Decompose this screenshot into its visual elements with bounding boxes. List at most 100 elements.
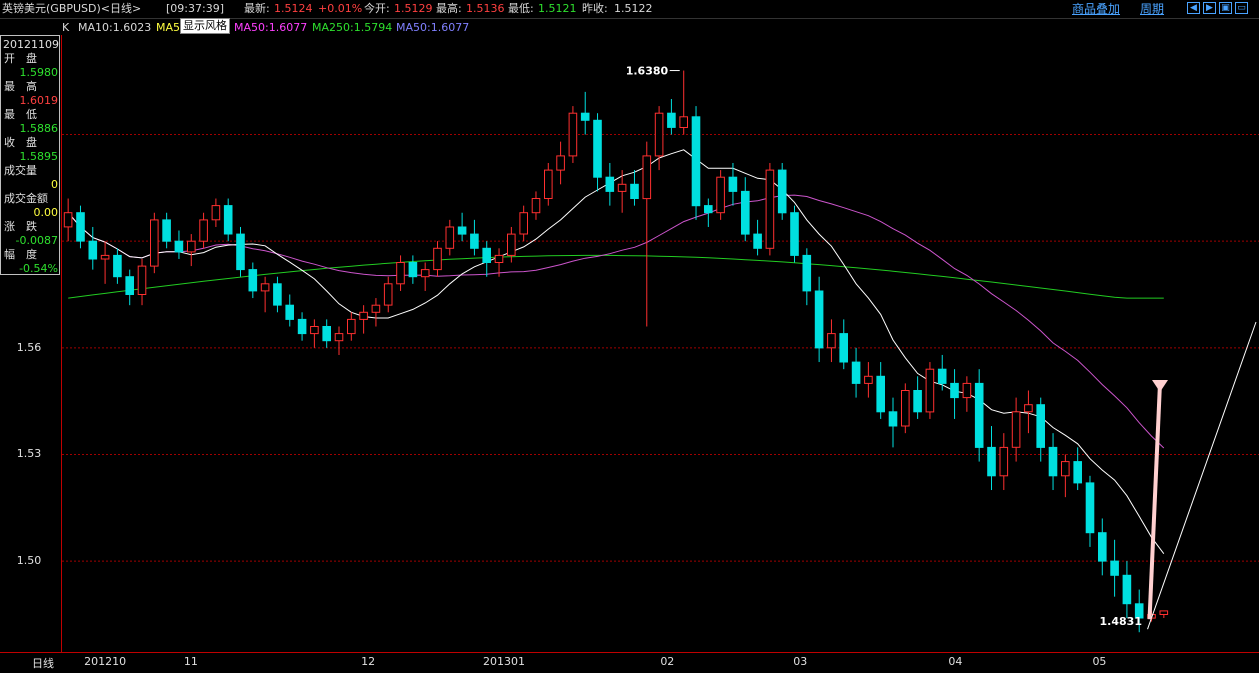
- overlay-link[interactable]: 商品叠加: [1072, 0, 1120, 17]
- candle-up: [827, 333, 836, 349]
- candle-down: [1073, 461, 1083, 484]
- ma250-legend: MA250:1.5794: [312, 21, 393, 34]
- candles: [63, 70, 1169, 633]
- candle-down: [285, 304, 294, 320]
- ma10-path: [67, 149, 1165, 554]
- y-tick-label: 1.50: [16, 554, 42, 568]
- candle-up: [260, 283, 270, 292]
- candle-down: [113, 254, 122, 278]
- candle-up: [716, 176, 725, 214]
- info-open-value: 1.5980: [19, 66, 59, 79]
- candle-down: [580, 112, 590, 121]
- quote-time: [09:37:39]: [166, 2, 224, 15]
- candle-up: [531, 198, 541, 214]
- grid-lines: [62, 134, 1259, 562]
- x-tick-label: 日线: [32, 657, 54, 670]
- candle-down: [273, 283, 282, 306]
- candle-down: [704, 205, 713, 214]
- candle-up: [962, 382, 972, 399]
- candle-down: [408, 262, 418, 278]
- candle-down: [876, 375, 886, 413]
- candle-down: [236, 233, 245, 271]
- candle-down: [593, 119, 602, 178]
- candle-down: [223, 205, 233, 235]
- candle-up: [1011, 411, 1021, 448]
- candle-down: [88, 240, 98, 260]
- candle-up: [544, 169, 553, 200]
- latest-value: 1.5124: [274, 2, 313, 15]
- low-label: 最低:: [508, 2, 534, 15]
- candle-down: [741, 190, 750, 235]
- info-low-label: 最 低: [4, 108, 37, 121]
- candle-down: [174, 240, 184, 253]
- candle-down: [125, 276, 135, 296]
- trend-arrow-head: [1152, 380, 1168, 392]
- display-style-button[interactable]: 显示风格: [180, 18, 230, 34]
- k-label: K: [62, 21, 70, 34]
- period-link[interactable]: 周期: [1140, 0, 1164, 17]
- candle-down: [728, 176, 738, 192]
- restore-icon[interactable]: ▭: [1235, 2, 1248, 14]
- instrument-name: 英镑美元(GBPUSD)<日线>: [2, 2, 142, 15]
- change-value: +0.01%: [318, 2, 363, 15]
- ma50-path: [67, 194, 1165, 449]
- info-high-value: 1.6019: [19, 94, 59, 107]
- info-volume-value: 0: [51, 178, 58, 191]
- candle-up: [310, 326, 319, 335]
- candle-up: [445, 226, 455, 249]
- info-close-value: 1.5895: [19, 150, 59, 163]
- scroll-right-icon[interactable]: ▶: [1203, 2, 1216, 14]
- candle-down: [888, 411, 898, 427]
- x-tick-label: 11: [183, 655, 198, 668]
- y-tick-label: 1.53: [16, 447, 42, 461]
- info-change-label: 涨 跌: [4, 220, 37, 233]
- candle-up: [433, 247, 442, 271]
- candle-up: [925, 368, 935, 413]
- ma50-legend-2: MA50:1.6077: [396, 21, 470, 34]
- candle-down: [1122, 574, 1132, 605]
- x-tick-label: 201210: [84, 655, 127, 668]
- candle-down: [248, 269, 258, 292]
- candle-up: [359, 311, 368, 320]
- info-high-label: 最 高: [4, 80, 37, 93]
- candle-down: [76, 212, 85, 242]
- info-close-label: 收 盘: [4, 136, 37, 149]
- info-volume-label: 成交量: [4, 164, 37, 177]
- bar-info-panel: 20121109 开 盘 1.5980 最 高 1.6019 最 低 1.588…: [0, 35, 60, 275]
- candle-down: [937, 368, 947, 384]
- scroll-left-icon[interactable]: ◀: [1187, 2, 1200, 14]
- zoom-icon[interactable]: ▣: [1219, 2, 1232, 14]
- candle-up: [1024, 404, 1033, 413]
- candle-up: [864, 375, 873, 384]
- candle-up: [519, 212, 529, 235]
- high-annotation: 1.6380: [626, 65, 669, 78]
- candle-down: [605, 176, 615, 192]
- candle-down: [913, 390, 922, 413]
- low-value: 1.5121: [538, 2, 577, 15]
- candle-down: [482, 247, 491, 264]
- candle-down: [814, 290, 824, 349]
- x-tick-label: 05: [1092, 655, 1107, 668]
- candle-up: [187, 240, 196, 253]
- candle-up: [199, 219, 208, 242]
- ma50-line: [67, 194, 1165, 449]
- candle-up: [507, 233, 516, 256]
- x-tick-label: 12: [361, 655, 376, 668]
- candle-up: [396, 262, 405, 285]
- candle-up: [211, 205, 221, 221]
- trend-line-thin: [1147, 321, 1257, 630]
- candle-down: [1110, 560, 1119, 576]
- candle-down: [753, 233, 762, 249]
- candle-up: [137, 265, 147, 296]
- ma50-legend: MA50:1.6077: [234, 21, 308, 34]
- candle-down: [630, 183, 639, 200]
- ma250-path: [68, 254, 1164, 299]
- x-axis: 日线 201210 11 12 201301 02 03 04 05: [0, 652, 1259, 673]
- prevclose-label: 昨收:: [582, 2, 608, 15]
- latest-label: 最新:: [244, 2, 270, 15]
- ma10-line: [67, 149, 1165, 554]
- candle-up: [347, 318, 356, 335]
- candle-up: [999, 446, 1009, 477]
- candle-down: [950, 382, 959, 399]
- candle-down: [802, 254, 812, 292]
